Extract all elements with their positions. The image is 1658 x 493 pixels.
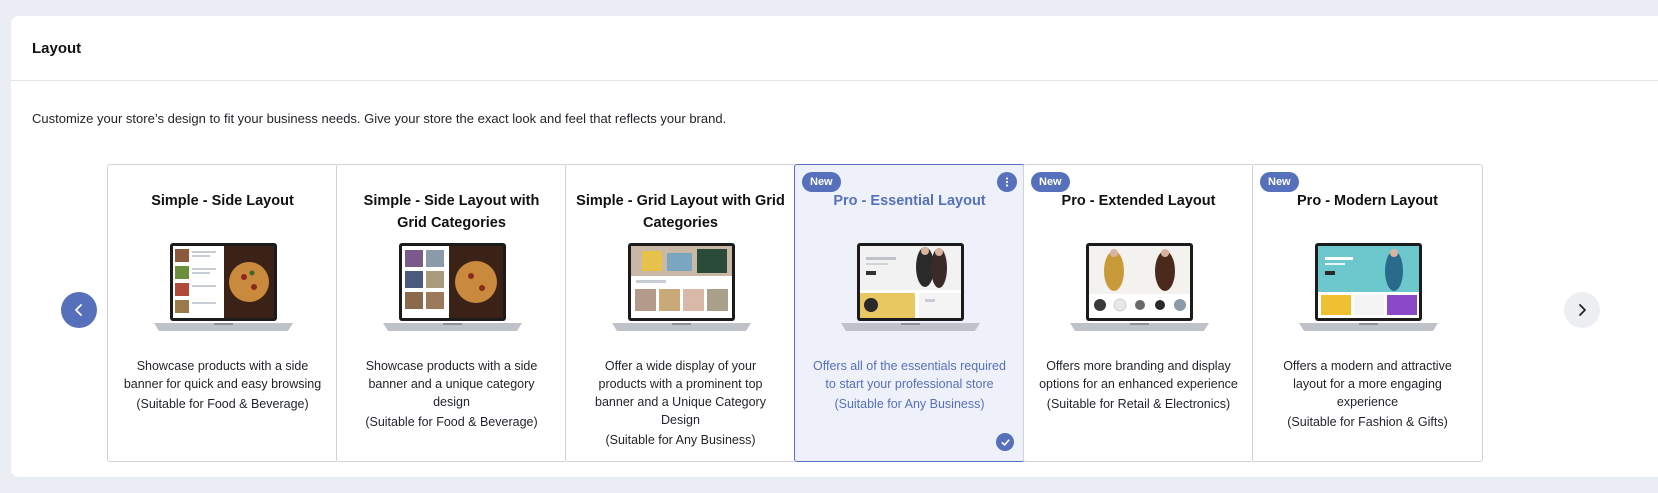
carousel-next-button[interactable] bbox=[1564, 292, 1600, 328]
layout-panel: Layout Customize your store’s design to … bbox=[11, 16, 1658, 477]
layout-card-simple-side[interactable]: Simple - Side Layout Showcase products w… bbox=[107, 164, 338, 462]
card-description: Offers a modern and attractive layout fo… bbox=[1267, 357, 1468, 431]
layout-card-simple-side-grid[interactable]: Simple - Side Layout with Grid Categorie… bbox=[336, 164, 567, 462]
card-suitability: (Suitable for Fashion & Gifts) bbox=[1287, 415, 1448, 429]
chevron-right-icon bbox=[1579, 304, 1586, 316]
card-description-text: Offers a modern and attractive layout fo… bbox=[1283, 359, 1452, 409]
card-suitability: (Suitable for Food & Beverage) bbox=[136, 397, 309, 411]
new-badge: New bbox=[1031, 172, 1070, 192]
layout-card-pro-essential[interactable]: New Pro - Essential Layout Offers all of… bbox=[794, 164, 1025, 462]
card-title: Simple - Side Layout with Grid Categorie… bbox=[363, 193, 540, 231]
layout-preview-image bbox=[154, 243, 293, 331]
card-suitability: (Suitable for Any Business) bbox=[605, 433, 756, 447]
card-suitability: (Suitable for Any Business) bbox=[834, 397, 985, 411]
selected-check-icon bbox=[996, 433, 1014, 451]
carousel-prev-button[interactable] bbox=[61, 292, 97, 328]
layout-preview-image bbox=[1299, 243, 1438, 331]
layout-preview-image bbox=[383, 243, 522, 331]
card-description-text: Showcase products with a side banner for… bbox=[123, 359, 322, 391]
chevron-left-icon bbox=[75, 304, 82, 316]
more-vertical-icon bbox=[1005, 177, 1009, 187]
card-suitability: (Suitable for Food & Beverage) bbox=[365, 415, 538, 429]
layout-preview-image bbox=[1070, 243, 1209, 331]
card-description: Offers all of the essentials required to… bbox=[809, 357, 1010, 413]
layout-card-pro-modern[interactable]: New Pro - Modern Layout Offers a modern … bbox=[1252, 164, 1483, 462]
card-description: Showcase products with a side banner and… bbox=[351, 357, 552, 431]
card-description-text: Offer a wide display of your products wi… bbox=[595, 359, 766, 427]
new-badge: New bbox=[1260, 172, 1299, 192]
panel-title: Layout bbox=[11, 16, 1658, 81]
card-title: Pro - Modern Layout bbox=[1297, 193, 1438, 209]
new-badge: New bbox=[802, 172, 841, 192]
card-description: Showcase products with a side banner for… bbox=[122, 357, 323, 413]
layout-card-pro-extended[interactable]: New Pro - Extended Layout Offers more br… bbox=[1023, 164, 1254, 462]
layout-preview-image bbox=[612, 243, 751, 331]
card-description-text: Offers all of the essentials required to… bbox=[813, 359, 1006, 391]
panel-description: Customize your store’s design to fit you… bbox=[32, 111, 727, 126]
layout-card-simple-grid[interactable]: Simple - Grid Layout with Grid Categorie… bbox=[565, 164, 796, 462]
card-description-text: Offers more branding and display options… bbox=[1039, 359, 1238, 391]
card-description: Offers more branding and display options… bbox=[1038, 357, 1239, 413]
card-title: Simple - Side Layout bbox=[151, 193, 294, 209]
card-suitability: (Suitable for Retail & Electronics) bbox=[1046, 397, 1231, 411]
more-options-button[interactable] bbox=[997, 172, 1017, 192]
card-title: Simple - Grid Layout with Grid Categorie… bbox=[576, 193, 785, 231]
layout-preview-image bbox=[841, 243, 980, 331]
card-title: Pro - Extended Layout bbox=[1061, 193, 1216, 209]
card-title: Pro - Essential Layout bbox=[833, 193, 986, 209]
card-description: Offer a wide display of your products wi… bbox=[580, 357, 781, 449]
card-description-text: Showcase products with a side banner and… bbox=[365, 359, 538, 409]
